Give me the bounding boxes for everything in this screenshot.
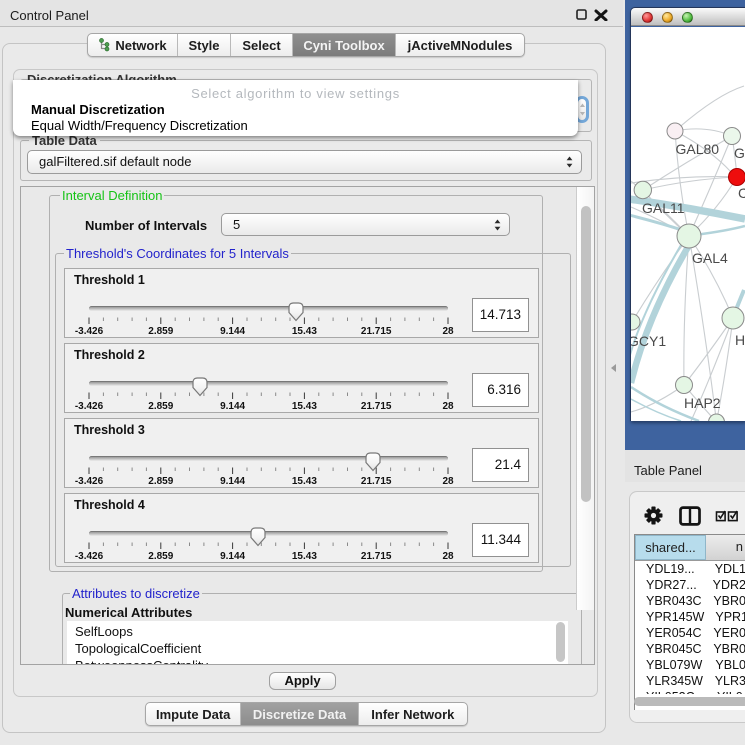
svg-text:GAL80: GAL80 [676, 141, 720, 157]
svg-text:C: C [738, 185, 745, 201]
svg-text:GCY1: GCY1 [631, 333, 666, 349]
svg-text:GAL4: GAL4 [692, 250, 728, 266]
svg-text:GAL11: GAL11 [642, 200, 685, 216]
svg-text:GA: GA [734, 145, 745, 161]
svg-text:HAP2: HAP2 [684, 395, 721, 411]
svg-text:H: H [735, 332, 745, 348]
